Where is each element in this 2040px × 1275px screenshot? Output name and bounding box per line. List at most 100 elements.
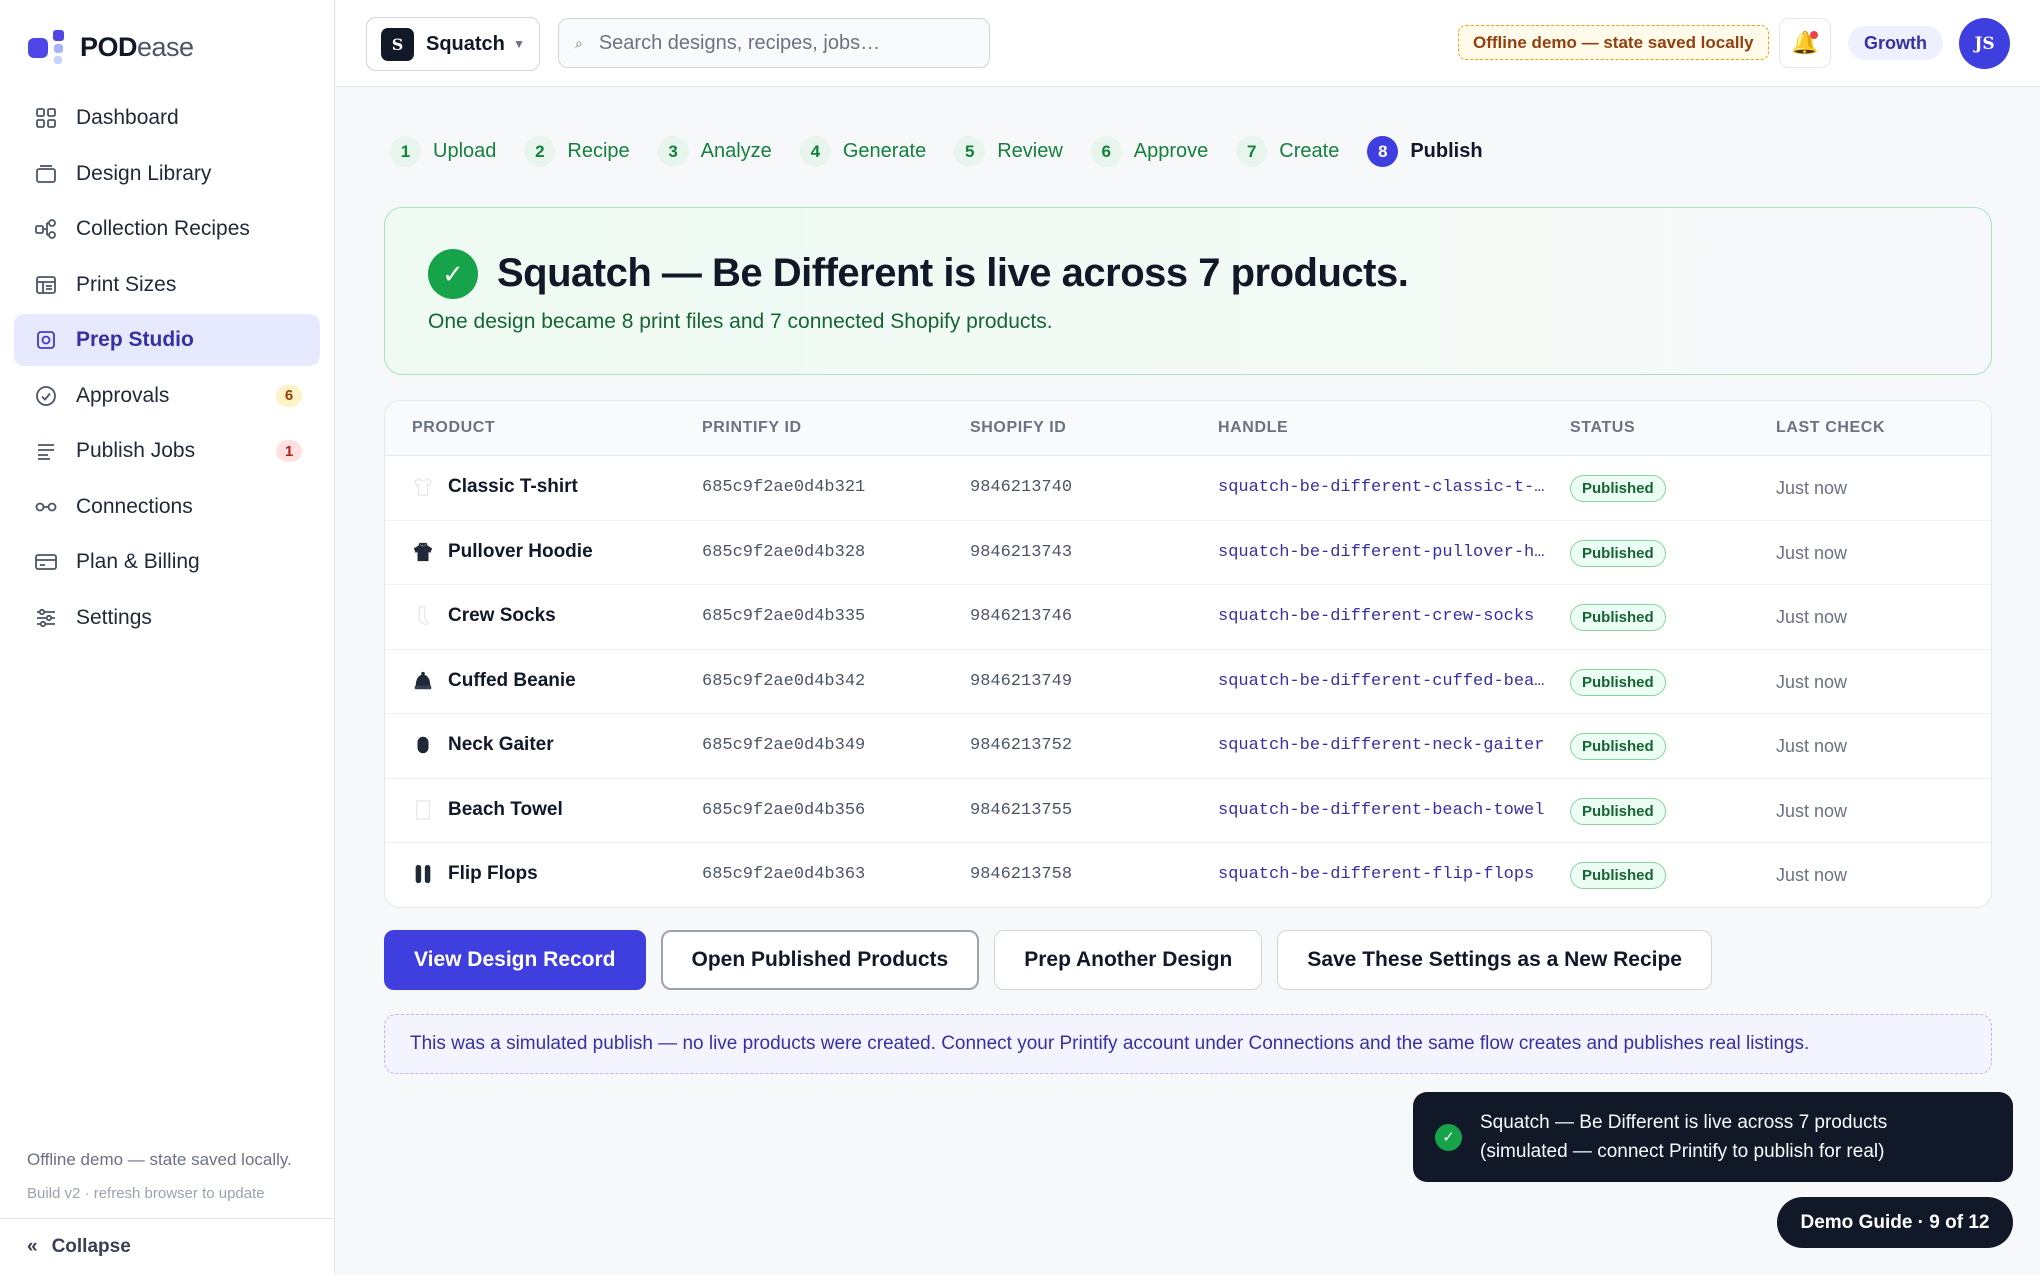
workflow-stepper: 1 Upload 2 Recipe 3 Analyze 4 Generate 5 Revi… <box>390 136 1511 167</box>
sidebar-item-prep-studio[interactable]: Prep Studio <box>14 314 320 366</box>
success-banner: ✓ Squatch — Be Different is live across … <box>384 207 1992 375</box>
sidebar-item-label: Approvals <box>76 383 170 407</box>
sidebar-item-publish-jobs[interactable]: Publish Jobs 1 <box>14 425 320 477</box>
status-badge: Published <box>1570 733 1666 760</box>
column-header-shopify-id: SHOPIFY ID <box>970 419 1067 436</box>
simulated-publish-notice: This was a simulated publish — no live p… <box>384 1014 1992 1074</box>
workspace-name: Squatch <box>426 32 505 55</box>
step-number: 7 <box>1236 136 1268 167</box>
shopify-id: 9846213755 <box>970 800 1073 820</box>
table-row[interactable]: Neck Gaiter 685c9f2ae0d4b349 9846213752 … <box>385 714 1991 779</box>
table-row[interactable]: Flip Flops 685c9f2ae0d4b363 9846213758 s… <box>385 843 1991 907</box>
column-header-status: STATUS <box>1570 419 1636 436</box>
sidebar-item-plan-billing[interactable]: Plan & Billing <box>14 536 320 588</box>
table-row[interactable]: Crew Socks 685c9f2ae0d4b335 9846213746 s… <box>385 585 1991 650</box>
product-handle-link[interactable]: squatch-be-different-cuffed-beanie <box>1218 672 1548 691</box>
product-handle-link[interactable]: squatch-be-different-beach-towel <box>1218 801 1548 820</box>
table-row[interactable]: Cuffed Beanie 685c9f2ae0d4b342 984621374… <box>385 650 1991 714</box>
toast-message: Squatch — Be Different is live across 7 … <box>1480 1108 1887 1166</box>
step-number: 6 <box>1090 136 1122 167</box>
step-generate[interactable]: 4 Generate <box>799 136 926 167</box>
user-avatar[interactable]: JS <box>1959 18 2010 69</box>
product-handle-link[interactable]: squatch-be-different-crew-socks <box>1218 607 1548 626</box>
shopify-id: 9846213752 <box>970 736 1073 755</box>
search-box[interactable]: ⌕ <box>558 18 990 68</box>
column-header-product: PRODUCT <box>412 419 496 436</box>
printify-id: 685c9f2ae0d4b335 <box>702 607 866 626</box>
product-handle-link[interactable]: squatch-be-different-flip-flops <box>1218 865 1548 884</box>
step-number: 1 <box>390 136 421 167</box>
open-published-products-button[interactable]: Open Published Products <box>660 930 980 990</box>
status-badge: Published <box>1570 862 1666 889</box>
prep-studio-icon <box>34 328 58 352</box>
last-check: Just now <box>1776 865 1848 885</box>
table-header: PRODUCT PRINTIFY ID SHOPIFY ID HANDLE ST… <box>385 401 1991 456</box>
sidebar-item-label: Dashboard <box>76 106 179 129</box>
shopify-id: 9846213743 <box>970 542 1073 562</box>
sidebar-item-print-sizes[interactable]: Print Sizes <box>14 259 320 311</box>
workspace-select[interactable]: S Squatch ▼ <box>366 17 540 71</box>
chevron-down-icon: ▼ <box>513 37 525 51</box>
library-icon <box>34 162 58 186</box>
product-name: Classic T-shirt <box>448 476 578 497</box>
collapse-button[interactable]: « Collapse <box>27 1236 131 1258</box>
step-upload[interactable]: 1 Upload <box>390 136 496 167</box>
search-input[interactable] <box>598 31 969 55</box>
product-handle-link[interactable]: squatch-be-different-neck-gaiter <box>1218 736 1548 755</box>
tshirt-icon <box>412 476 434 498</box>
sidebar-item-dashboard[interactable]: Dashboard <box>14 92 320 144</box>
step-review[interactable]: 5 Review <box>954 136 1063 167</box>
prep-another-design-button[interactable]: Prep Another Design <box>994 930 1263 990</box>
last-check: Just now <box>1776 736 1848 756</box>
sidebar-item-connections[interactable]: Connections <box>14 481 320 533</box>
product-name: Flip Flops <box>448 863 538 884</box>
status-badge: Published <box>1570 668 1666 696</box>
table-row[interactable]: Beach Towel 685c9f2ae0d4b356 9846213755 … <box>385 779 1991 843</box>
step-number: 4 <box>799 136 831 167</box>
sidebar-item-collection-recipes[interactable]: Collection Recipes <box>14 203 320 255</box>
step-publish[interactable]: 8 Publish <box>1367 136 1483 167</box>
check-circle-icon: ✓ <box>428 249 478 299</box>
notifications-button[interactable]: 🔔 <box>1779 18 1831 68</box>
table-row[interactable]: Pullover Hoodie 685c9f2ae0d4b328 9846213… <box>385 521 1991 585</box>
step-label: Recipe <box>567 140 630 162</box>
banner-title: Squatch — Be Different is live across 7 … <box>497 251 1409 295</box>
sidebar-item-settings[interactable]: Settings <box>14 592 320 644</box>
plan-badge[interactable]: Growth <box>1848 26 1943 60</box>
step-label: Analyze <box>700 140 772 162</box>
step-create[interactable]: 7 Create <box>1236 136 1339 167</box>
shopify-id: 9846213749 <box>970 671 1073 691</box>
connections-icon <box>34 495 58 519</box>
toast-line-2: (simulated — connect Printify to publish… <box>1480 1141 1885 1162</box>
step-analyze[interactable]: 3 Analyze <box>657 136 772 167</box>
brand-logo[interactable]: PODease <box>28 30 194 64</box>
last-check: Just now <box>1776 478 1848 498</box>
step-label: Publish <box>1410 140 1483 162</box>
sidebar-nav: Dashboard Design Library Collection Reci… <box>14 92 320 647</box>
step-number: 2 <box>524 136 556 167</box>
view-design-record-button[interactable]: View Design Record <box>384 930 646 990</box>
sidebar-item-label: Publish Jobs <box>76 439 196 462</box>
hoodie-icon <box>412 541 434 563</box>
step-label: Review <box>997 140 1063 162</box>
sidebar-item-approvals[interactable]: Approvals 6 <box>14 370 320 422</box>
table-row[interactable]: Classic T-shirt 685c9f2ae0d4b321 9846213… <box>385 456 1991 521</box>
approvals-icon <box>34 384 58 408</box>
publish-jobs-count-badge: 1 <box>276 440 302 462</box>
step-recipe[interactable]: 2 Recipe <box>524 136 630 167</box>
printify-id: 685c9f2ae0d4b328 <box>702 542 866 562</box>
beanie-icon <box>412 670 434 692</box>
save-as-recipe-button[interactable]: Save These Settings as a New Recipe <box>1277 930 1712 990</box>
step-approve[interactable]: 6 Approve <box>1090 136 1208 167</box>
sidebar-item-design-library[interactable]: Design Library <box>14 148 320 200</box>
billing-icon <box>34 550 58 574</box>
product-name: Cuffed Beanie <box>448 669 576 691</box>
settings-icon <box>34 606 58 630</box>
sidebar-divider <box>0 1218 335 1219</box>
product-handle-link[interactable]: squatch-be-different-pullover-hoodie <box>1218 543 1548 562</box>
column-header-last-check: LAST CHECK <box>1776 419 1886 436</box>
product-handle-link[interactable]: squatch-be-different-classic-t-shirt <box>1218 478 1548 497</box>
success-toast[interactable]: ✓ Squatch — Be Different is live across … <box>1413 1092 2013 1182</box>
demo-guide-button[interactable]: Demo Guide · 9 of 12 <box>1777 1197 2013 1248</box>
toast-line-1: Squatch — Be Different is live across 7 … <box>1480 1112 1888 1133</box>
